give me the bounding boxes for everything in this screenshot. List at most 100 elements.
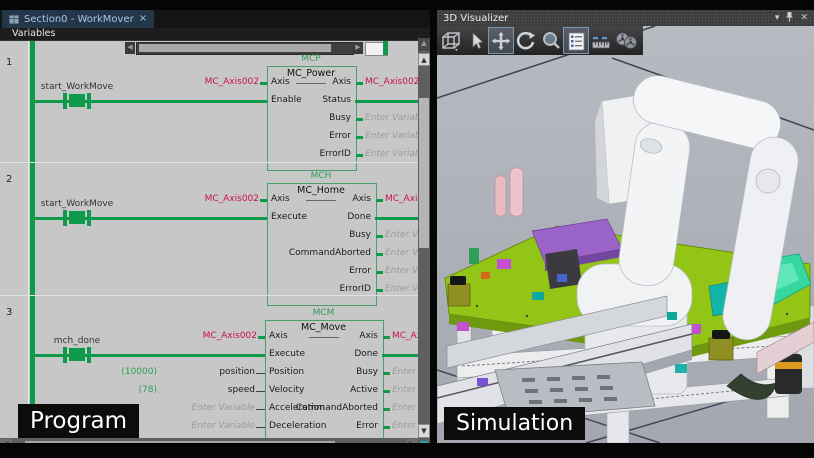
- input-watch-value: (10000): [75, 367, 157, 377]
- ladder-hscroll-left-button[interactable]: ◀: [125, 42, 135, 54]
- contact-label[interactable]: start_WorkMove: [18, 82, 136, 92]
- output-stub: [383, 426, 390, 429]
- ladder-hscroll-right-button[interactable]: ▶: [353, 42, 363, 54]
- tab-section0-workmover[interactable]: Section0 - WorkMover ×: [2, 10, 154, 28]
- input-dash: [256, 427, 265, 428]
- contact-bar-left[interactable]: [63, 347, 67, 363]
- 3d-visualizer-panel: 3D Visualizer ▾ ✕: [437, 10, 814, 443]
- contact-bar-left[interactable]: [63, 93, 67, 109]
- output-operand[interactable]: Enter Variable: [392, 421, 418, 431]
- ladder-vertical-scrollbar[interactable]: ▲ ▲ ▼: [418, 38, 430, 453]
- scroll-down-button[interactable]: ▼: [418, 424, 430, 438]
- output-stub: [376, 289, 383, 292]
- input-dash: [256, 391, 265, 392]
- contact-state-box[interactable]: [69, 211, 85, 224]
- ladder-canvas[interactable]: ◀▶1MCPMC_PowerAxisMC_Axis002Enablestart_…: [0, 41, 418, 438]
- fb-output-pin-label: Busy: [267, 230, 371, 240]
- fb-output-pin-label: Axis: [267, 77, 351, 87]
- output-operand[interactable]: Enter Variable: [392, 385, 418, 395]
- input-stub: [258, 336, 265, 339]
- window-menu-icon[interactable]: ▾: [775, 13, 780, 23]
- fb-instance-name[interactable]: MCM: [265, 308, 382, 318]
- output-operand[interactable]: Enter Variable: [365, 113, 418, 123]
- fb-output-pin-label: Status: [267, 95, 351, 105]
- output-operand[interactable]: Enter Variable: [365, 131, 418, 141]
- orbit-icon[interactable]: [514, 28, 538, 53]
- input-operand[interactable]: MC_Axis002: [175, 194, 259, 204]
- window-bottom-bar: [0, 443, 814, 458]
- rung-separator: [0, 162, 418, 163]
- scroll-up-step-button[interactable]: ▲: [418, 53, 430, 66]
- output-operand[interactable]: MC_Axis002: [365, 77, 418, 87]
- input-operand[interactable]: Enter Variable: [167, 403, 255, 413]
- panel-splitter[interactable]: [430, 10, 437, 458]
- output-operand[interactable]: MC_Axis002: [392, 331, 418, 341]
- fb-output-pin-label: Error: [265, 421, 378, 431]
- output-operand[interactable]: Enter Variable: [385, 284, 418, 294]
- contact-label[interactable]: start_WorkMove: [18, 199, 136, 209]
- output-operand[interactable]: Enter Variable: [365, 149, 418, 159]
- ladder-editor-panel: Section0 - WorkMover × Variables ◀ ▶ 1 MCP M…: [0, 10, 430, 443]
- contact-state-box[interactable]: [69, 348, 85, 361]
- input-operand[interactable]: MC_Axis002: [173, 331, 257, 341]
- output-stub: [383, 336, 390, 339]
- window-top-bar: [0, 0, 814, 10]
- view-cube-icon[interactable]: [439, 28, 463, 53]
- fb-output-pin-label: ErrorID: [267, 149, 351, 159]
- pan-icon[interactable]: [489, 28, 513, 53]
- variables-bar[interactable]: Variables: [0, 28, 430, 41]
- contact-state-box[interactable]: [69, 94, 85, 107]
- fb-output-pin-label: Done: [267, 212, 371, 222]
- right-rail-stub: [383, 41, 388, 55]
- fb-output-pin-label: Axis: [265, 331, 378, 341]
- record-movie-icon[interactable]: [614, 28, 638, 53]
- close-icon[interactable]: ✕: [800, 13, 808, 23]
- vscroll-thumb[interactable]: [419, 98, 429, 248]
- input-watch-value: (78): [75, 385, 157, 395]
- 3d-viewport[interactable]: Simulation: [437, 26, 814, 443]
- contact-bar-right[interactable]: [87, 347, 91, 363]
- fb-output-pin-label: Busy: [265, 367, 378, 377]
- output-operand[interactable]: Enter Variable: [385, 230, 418, 240]
- output-stub: [376, 253, 383, 256]
- input-operand[interactable]: Enter Variable: [167, 421, 255, 431]
- simulation-overlay-text: Simulation: [456, 411, 573, 436]
- rung-number[interactable]: 3: [6, 307, 12, 318]
- scroll-up-button[interactable]: ▲: [418, 38, 430, 51]
- fb-output-pin-label: ErrorID: [267, 284, 371, 294]
- output-operand[interactable]: MC_Axis002: [385, 194, 418, 204]
- input-stub: [260, 199, 267, 202]
- contact-bar-right[interactable]: [87, 210, 91, 226]
- part-tree-icon[interactable]: [564, 28, 588, 53]
- ladder-hscroll-thumb[interactable]: [139, 44, 331, 52]
- output-operand[interactable]: Enter Variable: [392, 367, 418, 377]
- fb-output-pin-label: CommandAborted: [267, 248, 371, 258]
- 3d-scene: [437, 26, 814, 443]
- fb-output-pin-label: Active: [265, 385, 378, 395]
- tab-title: Section0 - WorkMover: [24, 14, 134, 25]
- output-operand[interactable]: Enter Variable: [385, 266, 418, 276]
- input-operand[interactable]: speed: [167, 385, 255, 395]
- rung-number[interactable]: 1: [6, 57, 12, 68]
- rung-wire: [355, 100, 418, 103]
- fb-instance-name[interactable]: MCH: [267, 171, 375, 181]
- 3d-visualizer-title: 3D Visualizer: [443, 13, 775, 24]
- output-operand[interactable]: Enter Variable: [392, 403, 418, 413]
- measure-icon[interactable]: [589, 28, 613, 53]
- fb-instance-name[interactable]: MCP: [267, 54, 355, 64]
- contact-bar-left[interactable]: [63, 210, 67, 226]
- rung-wire: [375, 217, 418, 220]
- contact-bar-right[interactable]: [87, 93, 91, 109]
- rung-wire: [382, 354, 418, 357]
- pin-icon[interactable]: [785, 11, 794, 25]
- fb-output-pin-label: Axis: [267, 194, 371, 204]
- contact-label[interactable]: mch_done: [18, 336, 136, 346]
- output-stub: [383, 408, 390, 411]
- output-operand[interactable]: Enter Variable: [385, 248, 418, 258]
- zoom-icon[interactable]: [539, 28, 563, 53]
- input-operand[interactable]: MC_Axis002: [175, 77, 259, 87]
- pointer-icon[interactable]: [464, 28, 488, 53]
- tab-close-icon[interactable]: ×: [139, 14, 147, 24]
- rung-number[interactable]: 2: [6, 174, 12, 185]
- input-operand[interactable]: position: [167, 367, 255, 377]
